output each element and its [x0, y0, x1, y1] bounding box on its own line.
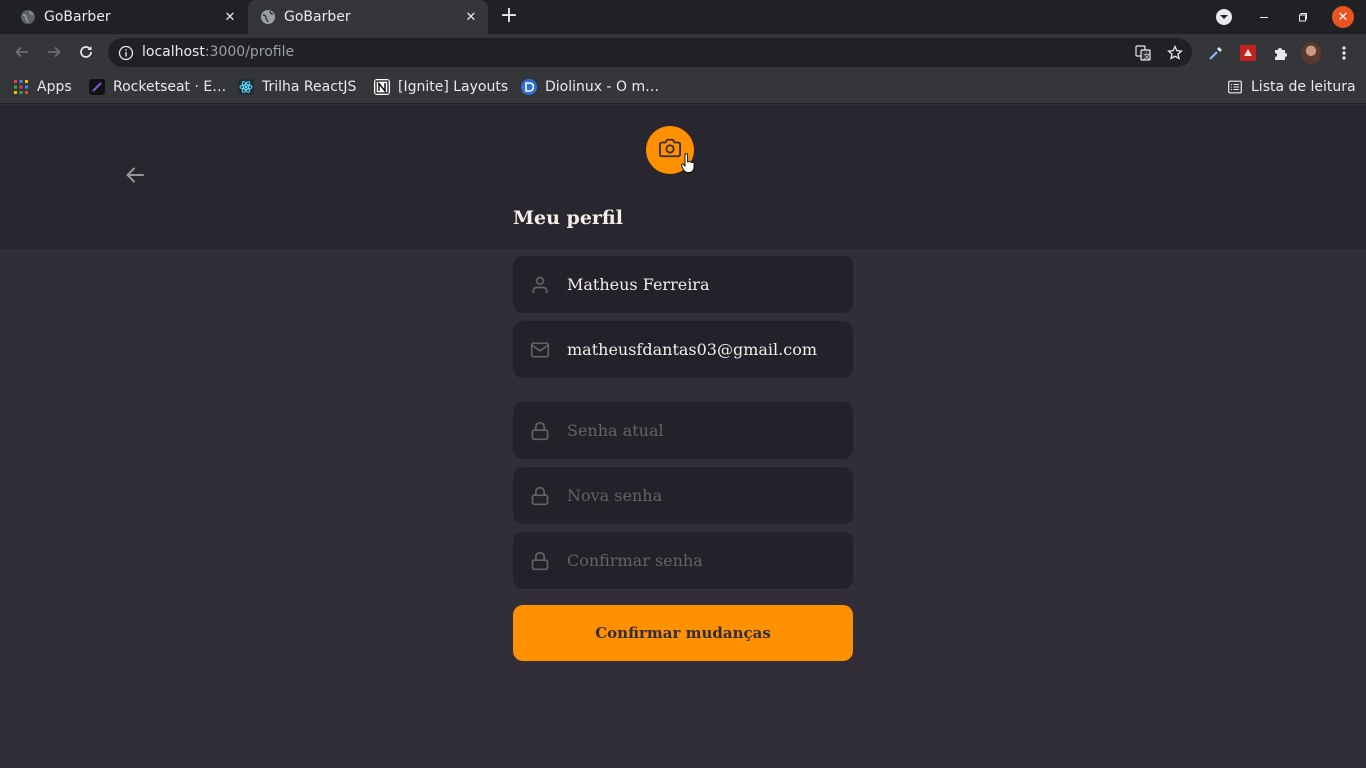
profile-header: [0, 105, 1366, 249]
apps-grid-icon: [13, 79, 29, 95]
name-field[interactable]: [513, 256, 853, 313]
url-host: localhost: [142, 44, 205, 60]
new-password-field[interactable]: [513, 467, 853, 524]
tab-strip: GoBarber ✕ GoBarber ✕ + ✕: [0, 0, 1366, 34]
address-bar[interactable]: localhost:3000/profile 文: [108, 38, 1192, 67]
bookmark-label: Apps: [37, 79, 72, 95]
browser-menu-icon[interactable]: [1334, 43, 1354, 63]
bookmark-label: Trilha ReactJS: [262, 79, 357, 95]
tab-title: GoBarber: [44, 9, 111, 25]
eyedropper-extension-icon[interactable]: [1206, 43, 1226, 63]
name-input[interactable]: [567, 275, 837, 294]
extensions-puzzle-icon[interactable]: [1270, 43, 1290, 63]
user-icon: [529, 274, 551, 296]
diolinux-icon: [521, 79, 537, 95]
reading-list-icon: [1227, 79, 1243, 95]
globe-icon: [20, 9, 36, 25]
back-icon[interactable]: [12, 42, 32, 62]
lock-icon: [529, 550, 551, 572]
url-path: :3000/profile: [204, 44, 295, 60]
confirm-password-field[interactable]: [513, 532, 853, 589]
confirm-changes-button[interactable]: Confirmar mudanças: [513, 605, 853, 661]
extension-red-icon[interactable]: [1238, 43, 1258, 63]
tab-search-button[interactable]: [1214, 7, 1234, 27]
react-icon: [238, 79, 254, 95]
email-input[interactable]: [567, 340, 837, 359]
confirm-password-input[interactable]: [567, 551, 837, 570]
lock-icon: [529, 485, 551, 507]
browser-toolbar: localhost:3000/profile 文: [0, 34, 1366, 71]
bookmark-diolinux[interactable]: Diolinux - O m…: [521, 77, 659, 97]
url-text: localhost:3000/profile: [142, 44, 294, 60]
tab-close-icon[interactable]: ✕: [463, 9, 479, 25]
browser-tab-active[interactable]: GoBarber ✕: [248, 0, 488, 34]
bookmark-star-icon[interactable]: [1167, 45, 1183, 61]
current-password-field[interactable]: [513, 402, 853, 459]
restore-icon[interactable]: [1293, 7, 1313, 27]
back-arrow-icon[interactable]: [124, 164, 146, 186]
svg-text:文: 文: [1143, 52, 1150, 61]
current-password-input[interactable]: [567, 421, 837, 440]
bookmark-apps[interactable]: Apps: [13, 77, 72, 97]
bookmarks-bar: Apps Rocketseat · E… Trilha ReactJS [Ign…: [0, 71, 1366, 104]
tab-close-icon[interactable]: ✕: [222, 9, 238, 25]
minimize-icon[interactable]: [1254, 7, 1274, 27]
reading-list-button[interactable]: Lista de leitura: [1227, 77, 1356, 97]
translate-icon[interactable]: 文: [1135, 45, 1151, 61]
bookmark-trilha-reactjs[interactable]: Trilha ReactJS: [238, 77, 356, 97]
site-info-icon[interactable]: [118, 45, 134, 61]
reading-list-label: Lista de leitura: [1251, 79, 1356, 95]
window-close-icon[interactable]: ✕: [1332, 6, 1354, 28]
bookmark-label: [Ignite] Layouts: [398, 79, 509, 95]
globe-icon: [260, 9, 276, 25]
bookmark-label: Rocketseat · E…: [113, 79, 227, 95]
new-tab-button[interactable]: +: [498, 5, 520, 28]
mail-icon: [529, 339, 551, 361]
reload-icon[interactable]: [76, 42, 96, 62]
tab-title: GoBarber: [284, 9, 351, 25]
bookmark-rocketseat[interactable]: Rocketseat · E…: [89, 77, 226, 97]
page-title: Meu perfil: [513, 207, 623, 229]
camera-icon: [659, 137, 681, 163]
browser-tab[interactable]: GoBarber ✕: [8, 0, 247, 34]
hand-cursor-icon: [681, 153, 695, 173]
bookmark-label: Diolinux - O m…: [545, 79, 660, 95]
email-field[interactable]: [513, 321, 853, 378]
profile-avatar[interactable]: [1301, 42, 1321, 64]
new-password-input[interactable]: [567, 486, 837, 505]
rocketseat-icon: [89, 79, 105, 95]
notion-icon: [374, 79, 390, 95]
bookmark-ignite-layouts[interactable]: [Ignite] Layouts: [374, 77, 508, 97]
lock-icon: [529, 420, 551, 442]
forward-icon[interactable]: [44, 42, 64, 62]
